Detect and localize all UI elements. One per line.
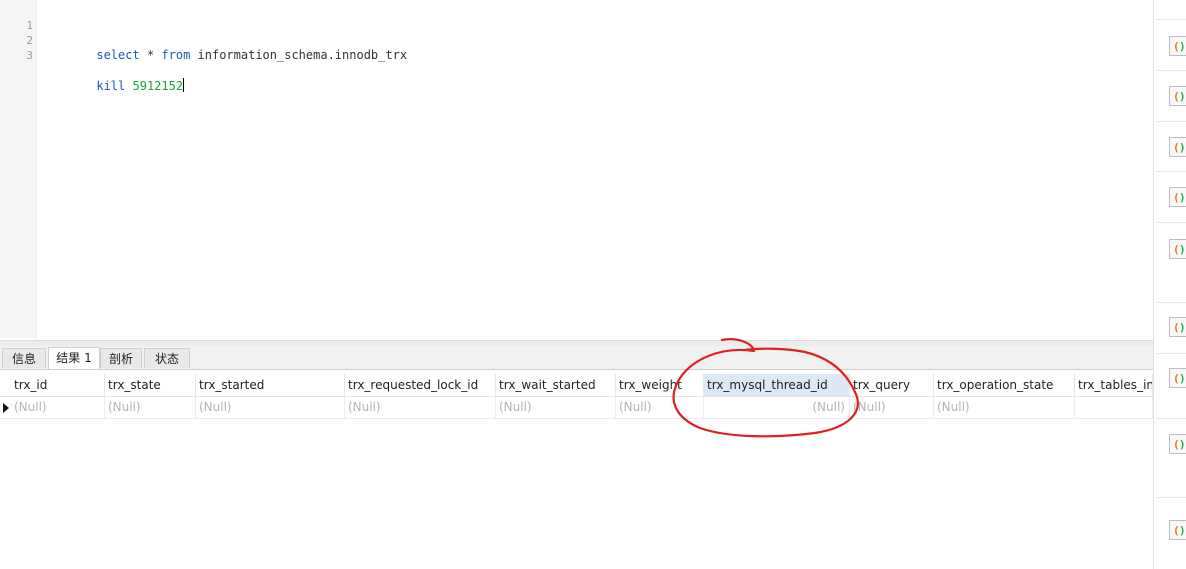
brace-close-icon: ) [1179, 372, 1186, 385]
column-header-trx-started[interactable]: trx_started [196, 374, 345, 396]
table-cell[interactable]: (Null) [105, 397, 196, 418]
sql-table-name: information_schema.innodb_trx [190, 48, 408, 62]
brace-close-icon: ) [1179, 141, 1186, 154]
table-cell[interactable]: (Null) [11, 397, 105, 418]
sidebar-divider [1156, 121, 1186, 122]
sql-thread-id-value: 5912152 [132, 79, 184, 93]
brace-close-icon: ) [1179, 90, 1186, 103]
sidebar-divider [1156, 353, 1186, 354]
snippet-braces-icon[interactable]: () [1169, 520, 1186, 540]
column-header-trx-tables-in-[interactable]: trx_tables_in_ [1075, 374, 1153, 396]
column-header-trx-operation-state[interactable]: trx_operation_state [934, 374, 1075, 396]
sql-operator: * [139, 48, 162, 62]
sql-keyword-from: from [161, 48, 191, 62]
brace-close-icon: ) [1179, 243, 1186, 256]
sidebar-divider [1156, 222, 1186, 223]
table-row[interactable]: (Null) (Null) (Null) (Null) (Null) (Null) (Nul… [0, 397, 1153, 419]
grid-header: trx_id trx_state trx_started trx_requested_… [0, 374, 1153, 397]
tab-status[interactable]: 状态 [144, 348, 190, 368]
table-cell[interactable] [1075, 397, 1153, 418]
column-header-trx-id[interactable]: trx_id [11, 374, 105, 396]
sidebar-divider [1156, 171, 1186, 172]
sql-editor[interactable]: 1 select * from information_schema.innod… [0, 0, 1153, 340]
snippet-braces-icon[interactable]: () [1169, 434, 1186, 454]
snippet-braces-icon[interactable]: () [1169, 86, 1186, 106]
snippet-braces-icon[interactable]: () [1169, 368, 1186, 388]
text-cursor [183, 78, 185, 92]
snippet-sidebar: () () () () () () () () () [1153, 0, 1186, 569]
column-header-trx-weight[interactable]: trx_weight [616, 374, 704, 396]
column-header-trx-requested-lock-id[interactable]: trx_requested_lock_id [345, 374, 496, 396]
tab-result-1[interactable]: 结果 1 [48, 347, 100, 369]
line-number: 3 [26, 49, 33, 62]
current-row-indicator-icon [3, 403, 9, 413]
sidebar-divider [1156, 497, 1186, 498]
editor-line-2[interactable]: 2 [0, 18, 1153, 47]
column-header-trx-state[interactable]: trx_state [105, 374, 196, 396]
table-cell[interactable]: (Null) [704, 397, 850, 418]
snippet-braces-icon[interactable]: () [1169, 317, 1186, 337]
sql-keyword-kill: kill [96, 79, 126, 93]
table-cell[interactable]: (Null) [345, 397, 496, 418]
snippet-braces-icon[interactable]: () [1169, 137, 1186, 157]
editor-line-1[interactable]: 1 select * from information_schema.innod… [0, 3, 1153, 62]
table-cell[interactable]: (Null) [850, 397, 934, 418]
brace-close-icon: ) [1179, 191, 1186, 204]
sidebar-divider [1156, 70, 1186, 71]
sidebar-divider [1156, 418, 1186, 419]
snippet-braces-icon[interactable]: () [1169, 239, 1186, 259]
result-tabs: 信息 结果 1 剖析 状态 [0, 346, 1153, 370]
tab-info[interactable]: 信息 [2, 348, 46, 368]
brace-close-icon: ) [1179, 321, 1186, 334]
sidebar-divider [1156, 19, 1186, 20]
table-cell[interactable]: (Null) [934, 397, 1075, 418]
brace-close-icon: ) [1179, 524, 1186, 537]
tab-profile[interactable]: 剖析 [100, 348, 142, 368]
snippet-braces-icon[interactable]: () [1169, 36, 1186, 56]
editor-line-3[interactable]: 3 kill 5912152 [0, 33, 1153, 93]
sidebar-divider [1156, 302, 1186, 303]
table-cell[interactable]: (Null) [616, 397, 704, 418]
brace-close-icon: ) [1179, 438, 1186, 451]
result-grid[interactable]: trx_id trx_state trx_started trx_requested_… [0, 370, 1153, 569]
brace-close-icon: ) [1179, 40, 1186, 53]
column-header-trx-wait-started[interactable]: trx_wait_started [496, 374, 616, 396]
sql-keyword-select: select [96, 48, 140, 62]
column-header-trx-mysql-thread-id[interactable]: trx_mysql_thread_id [704, 374, 850, 396]
table-cell[interactable]: (Null) [196, 397, 345, 418]
table-cell[interactable]: (Null) [496, 397, 616, 418]
snippet-braces-icon[interactable]: () [1169, 187, 1186, 207]
column-header-trx-query[interactable]: trx_query [850, 374, 934, 396]
